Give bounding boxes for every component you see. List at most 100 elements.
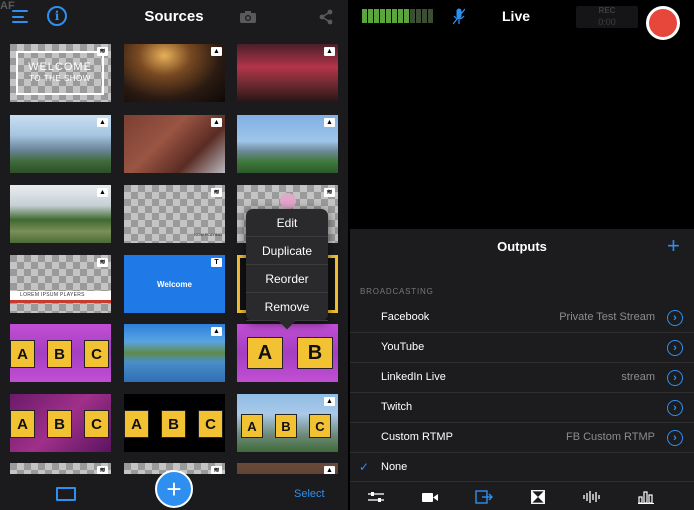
- layers-icon: ≋: [324, 188, 335, 197]
- lower-third-bar: LOREM IPSUM PLAYERS: [10, 291, 111, 303]
- live-title: Live: [502, 8, 531, 24]
- audio-waveform-icon[interactable]: [580, 487, 604, 507]
- source-tile-abc-magenta[interactable]: A B C: [10, 324, 111, 382]
- letter-a: A: [10, 410, 35, 438]
- nameplate-text: NOW PLAYING: [194, 232, 222, 237]
- letter-c: C: [84, 410, 109, 438]
- chevron-right-icon[interactable]: ›: [667, 400, 683, 416]
- letter-a: A: [241, 414, 263, 438]
- output-row-twitch[interactable]: Twitch ›: [350, 393, 694, 423]
- menu-item-reorder[interactable]: Reorder: [246, 265, 328, 293]
- mixer-sliders-icon[interactable]: [364, 487, 388, 507]
- source-tile-park[interactable]: ▲: [10, 185, 111, 243]
- letter-c: C: [309, 414, 331, 438]
- live-header: Live REC 0:00: [350, 0, 694, 40]
- outputs-list: Facebook Private Test Stream › YouTube ›…: [350, 303, 694, 483]
- layers-icon: ≋: [97, 258, 108, 267]
- source-tile-abc-city[interactable]: ▲ A B C: [237, 394, 338, 452]
- image-icon: ▲: [324, 397, 335, 406]
- source-tile-abc-black[interactable]: A B C: [124, 394, 225, 452]
- slides-view-icon[interactable]: [56, 487, 76, 501]
- add-output-button[interactable]: +: [667, 235, 680, 257]
- output-name: None: [381, 461, 408, 473]
- image-icon: ▲: [211, 327, 222, 336]
- source-tile-lower-third[interactable]: ≋ LOREM IPSUM PLAYERS: [10, 255, 111, 313]
- source-tile-ab-magenta[interactable]: A B: [237, 324, 338, 382]
- output-value: FB Custom RTMP: [565, 431, 655, 443]
- output-name: YouTube: [381, 341, 425, 353]
- abc-letters: A B C: [10, 340, 109, 368]
- source-tile-abc-purple[interactable]: A B C: [10, 394, 111, 452]
- output-name: Twitch: [381, 401, 413, 413]
- image-icon: ▲: [324, 118, 335, 127]
- source-tile-skyline[interactable]: ▲: [10, 115, 111, 173]
- recording-timer: REC 0:00: [576, 6, 638, 28]
- stats-bars-icon[interactable]: [634, 487, 658, 507]
- output-value: Private Test Stream: [559, 311, 655, 323]
- chevron-right-icon[interactable]: ›: [667, 340, 683, 356]
- sources-panel: i Sources AF WELCOME TO THE SHOW ≋ ▲ ▲ ▲: [0, 0, 348, 510]
- welcome-blue-text: Welcome: [157, 279, 192, 289]
- source-tile-welcome-blue[interactable]: Welcome T: [124, 255, 225, 313]
- letter-b: B: [275, 414, 297, 438]
- ab-letters: A B: [237, 337, 333, 369]
- welcome-line1: WELCOME: [28, 61, 92, 73]
- source-tile-band[interactable]: ▲: [237, 44, 338, 102]
- text-icon: T: [211, 258, 222, 267]
- image-icon: ▲: [97, 188, 108, 197]
- chevron-right-icon[interactable]: ›: [667, 310, 683, 326]
- output-name: LinkedIn Live: [381, 371, 446, 383]
- chevron-right-icon[interactable]: ›: [667, 370, 683, 386]
- context-menu: Edit Duplicate Reorder Remove: [246, 209, 328, 330]
- section-header-broadcasting: BROADCASTING: [360, 287, 434, 296]
- letter-b: B: [161, 410, 186, 438]
- rec-time: 0:00: [598, 17, 616, 27]
- output-name: Facebook: [381, 311, 430, 323]
- outputs-icon[interactable]: [472, 487, 496, 507]
- live-tab-bar: [350, 481, 694, 510]
- abc-letters: A B C: [124, 410, 223, 438]
- menu-item-duplicate[interactable]: Duplicate: [246, 237, 328, 265]
- source-tile-brick[interactable]: ▲: [124, 115, 225, 173]
- checkmark-icon: ✓: [359, 460, 370, 474]
- rec-label: REC: [598, 6, 616, 15]
- source-tile-city[interactable]: ▲: [237, 115, 338, 173]
- source-tile-river[interactable]: ▲: [124, 324, 225, 382]
- image-icon: ▲: [211, 118, 222, 127]
- grid-view-icon[interactable]: [20, 488, 33, 501]
- add-source-button[interactable]: +: [155, 470, 193, 508]
- output-row-facebook[interactable]: Facebook Private Test Stream ›: [350, 303, 694, 333]
- layers-icon: ≋: [97, 47, 108, 56]
- abc-letters: A B C: [241, 414, 331, 438]
- source-tile-welcome[interactable]: WELCOME TO THE SHOW ≋: [10, 44, 111, 102]
- image-icon: ▲: [211, 47, 222, 56]
- output-row-none[interactable]: ✓ None: [350, 453, 694, 483]
- microphone-muted-icon[interactable]: [453, 8, 465, 25]
- video-camera-icon[interactable]: [418, 487, 442, 507]
- output-value: stream: [621, 371, 655, 383]
- chevron-right-icon[interactable]: ›: [667, 430, 683, 446]
- transitions-icon[interactable]: [526, 487, 550, 507]
- output-row-linkedin[interactable]: LinkedIn Live stream ›: [350, 363, 694, 393]
- abc-letters: A B C: [10, 410, 109, 438]
- outputs-header: Outputs +: [350, 229, 694, 267]
- logo-shape: [280, 193, 296, 209]
- select-button[interactable]: Select: [294, 488, 325, 500]
- source-tile-nameplate[interactable]: ≋ NOW PLAYING: [124, 185, 225, 243]
- letter-c: C: [84, 340, 109, 368]
- output-name: Custom RTMP: [381, 431, 453, 443]
- lower-third-text: LOREM IPSUM PLAYERS: [20, 292, 85, 298]
- letter-b: B: [47, 340, 72, 368]
- live-panel: Live REC 0:00 Outputs + BROADCASTING Fac…: [350, 0, 694, 510]
- letter-b: B: [47, 410, 72, 438]
- output-row-custom-rtmp[interactable]: Custom RTMP FB Custom RTMP ›: [350, 423, 694, 453]
- record-button[interactable]: [646, 6, 680, 40]
- source-tile-venue[interactable]: ▲: [124, 44, 225, 102]
- letter-a: A: [247, 337, 283, 369]
- image-icon: ▲: [324, 47, 335, 56]
- output-row-youtube[interactable]: YouTube ›: [350, 333, 694, 363]
- menu-item-edit[interactable]: Edit: [246, 209, 328, 237]
- outputs-title: Outputs: [497, 239, 547, 254]
- letter-a: A: [124, 410, 149, 438]
- audio-meter: [362, 9, 434, 23]
